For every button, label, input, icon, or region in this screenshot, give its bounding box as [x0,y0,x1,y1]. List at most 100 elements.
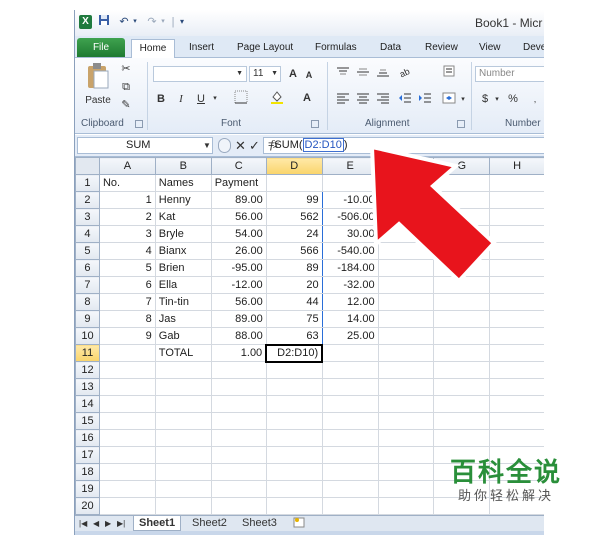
cell-f10[interactable] [377,327,435,345]
row-header[interactable]: 5 [75,242,100,260]
cell-h12[interactable] [489,361,544,379]
cell-d14[interactable] [265,395,323,413]
cell-h14[interactable] [489,395,544,413]
cell-c11[interactable]: 1.00 [210,344,267,362]
row-header[interactable]: 20 [75,497,100,515]
row-header[interactable]: 18 [75,463,100,481]
row-header[interactable]: 15 [75,412,100,430]
cell-g10[interactable] [433,327,491,345]
cell-b6[interactable]: Brien [154,259,212,277]
cell-d3[interactable]: 562 [265,208,323,226]
alignment-launcher-icon[interactable] [457,120,465,128]
cell-e8[interactable]: 12.00 [321,293,379,311]
column-header-a[interactable]: A [98,157,156,175]
align-bottom-icon[interactable] [375,66,391,82]
cell-c15[interactable] [210,412,267,430]
cell-e11[interactable] [321,344,379,362]
cell-a20[interactable] [98,497,156,515]
cell-g12[interactable] [433,361,491,379]
tab-file[interactable]: File [77,38,125,57]
currency-button[interactable]: $ [479,92,491,106]
cell-b12[interactable] [154,361,212,379]
row-header[interactable]: 9 [75,310,100,328]
name-box[interactable]: SUM [77,137,213,154]
cell-b19[interactable] [154,480,212,498]
redo-icon[interactable]: ↷ [145,14,159,30]
cell-e20[interactable] [321,497,379,515]
cell-b9[interactable]: Jas [154,310,212,328]
cell-h13[interactable] [489,378,544,396]
cell-e7[interactable]: -32.00 [321,276,379,294]
cell-f7[interactable] [377,276,435,294]
cell-d18[interactable] [265,463,323,481]
cell-c2[interactable]: 89.00 [210,191,267,209]
paste-button[interactable]: Paste [83,62,113,106]
cell-d10[interactable]: 63 [265,327,323,345]
next-sheet-icon[interactable]: ▶ [105,517,111,530]
comma-style-icon[interactable]: , [529,92,541,106]
column-header-e[interactable]: E [321,157,379,175]
row-header[interactable]: 7 [75,276,100,294]
align-right-icon[interactable] [375,92,391,108]
redo-dropdown-icon[interactable]: ▾ [159,14,167,30]
cell-d9[interactable]: 75 [265,310,323,328]
cell-e6[interactable]: -184.00 [321,259,379,277]
cell-d8[interactable]: 44 [265,293,323,311]
cell-e16[interactable] [321,429,379,447]
merge-center-icon[interactable] [441,92,457,108]
cell-e10[interactable]: 25.00 [321,327,379,345]
cell-d2[interactable]: 99 [265,191,323,209]
enter-icon[interactable]: ✓ [249,137,260,154]
cell-b17[interactable] [154,446,212,464]
cell-a5[interactable]: 4 [98,242,156,260]
cell-e1[interactable] [321,174,379,192]
cell-g13[interactable] [433,378,491,396]
last-sheet-icon[interactable]: ▶| [117,517,125,530]
cell-f4[interactable] [377,225,435,243]
cell-b16[interactable] [154,429,212,447]
fill-color-icon[interactable] [269,90,285,108]
cell-c12[interactable] [210,361,267,379]
row-header[interactable]: 10 [75,327,100,345]
cell-d6[interactable]: 89 [265,259,323,277]
cell-b2[interactable]: Henny [154,191,212,209]
chevron-down-icon[interactable]: ▼ [203,141,211,150]
sheet-tab-3[interactable]: Sheet3 [237,516,282,531]
cell-b11[interactable]: TOTAL [154,344,212,362]
cell-h5[interactable] [489,242,544,260]
cell-h8[interactable] [489,293,544,311]
cell-c1[interactable]: Payment [210,174,267,192]
cell-a2[interactable]: 1 [98,191,156,209]
cell-c8[interactable]: 56.00 [210,293,267,311]
cell-b14[interactable] [154,395,212,413]
cell-a19[interactable] [98,480,156,498]
cell-a14[interactable] [98,395,156,413]
cell-f14[interactable] [377,395,435,413]
cell-h15[interactable] [489,412,544,430]
cell-c4[interactable]: 54.00 [210,225,267,243]
tab-insert[interactable]: Insert [189,39,214,58]
cell-d1[interactable] [265,174,323,192]
cell-h4[interactable] [489,225,544,243]
align-left-icon[interactable] [335,92,351,108]
cell-a13[interactable] [98,378,156,396]
cell-a6[interactable]: 5 [98,259,156,277]
cell-h10[interactable] [489,327,544,345]
first-sheet-icon[interactable]: |◀ [79,517,87,530]
cell-e4[interactable]: 30.00 [321,225,379,243]
cell-f6[interactable] [377,259,435,277]
wrap-text-icon[interactable] [441,64,457,82]
row-header[interactable]: 6 [75,259,100,277]
cell-g6[interactable] [433,259,491,277]
cell-e12[interactable] [321,361,379,379]
cell-g1[interactable] [433,174,491,192]
row-header[interactable]: 2 [75,191,100,209]
number-format-combo[interactable]: Number [475,66,544,82]
cell-b15[interactable] [154,412,212,430]
increase-indent-icon[interactable] [417,92,433,108]
row-header[interactable]: 4 [75,225,100,243]
font-name-combo[interactable]: ▼ [153,66,247,82]
tab-view[interactable]: View [479,39,501,58]
row-header[interactable]: 17 [75,446,100,464]
cell-e3[interactable]: -506.00 [321,208,379,226]
